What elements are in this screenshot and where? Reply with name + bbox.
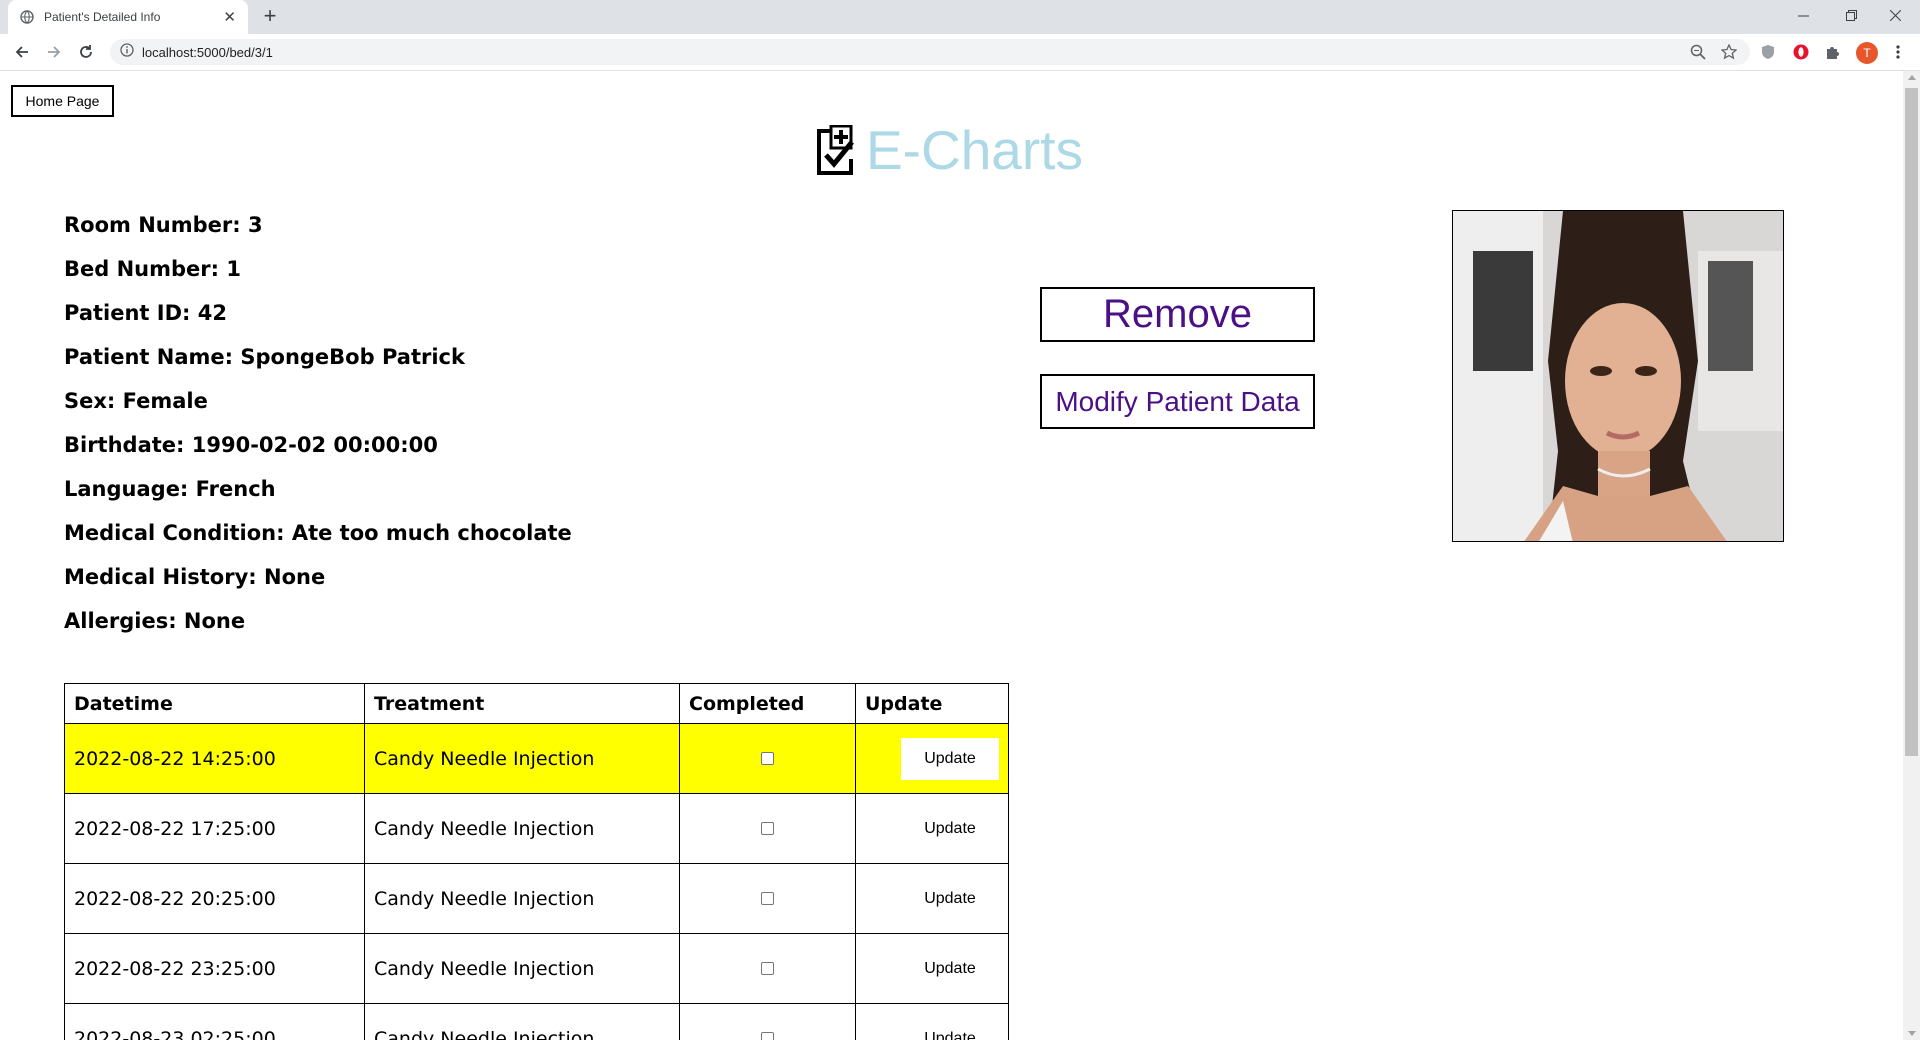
treatment-table: Datetime Treatment Completed Update 2022… [64, 683, 1009, 1040]
reload-icon[interactable] [74, 40, 98, 64]
completed-checkbox[interactable] [761, 751, 774, 765]
patient-birthdate: Birthdate: 1990-02-02 00:00:00 [64, 433, 438, 457]
info-icon[interactable] [120, 42, 134, 62]
medical-condition: Medical Condition: Ate too much chocolat… [64, 521, 572, 545]
row-treatment: Candy Needle Injection [364, 1003, 680, 1040]
update-button[interactable]: Update [901, 1018, 999, 1040]
column-header-update: Update [855, 683, 1009, 724]
table-row: 2022-08-22 14:25:00 Candy Needle Injecti… [64, 723, 1009, 794]
row-datetime: 2022-08-22 20:25:00 [64, 863, 365, 934]
browser-toolbar: localhost:5000/bed/3/1 T [0, 34, 1920, 71]
remove-button[interactable]: Remove [1040, 287, 1315, 342]
column-header-treatment: Treatment [364, 683, 680, 724]
row-datetime: 2022-08-22 23:25:00 [64, 933, 365, 1004]
browser-tab[interactable]: Patient's Detailed Info ✕ [8, 0, 248, 34]
tab-title: Patient's Detailed Info [44, 10, 161, 24]
completed-checkbox[interactable] [761, 821, 774, 835]
patient-sex: Sex: Female [64, 389, 208, 413]
completed-checkbox[interactable] [761, 1031, 774, 1040]
clipboard-check-icon [816, 124, 862, 175]
medical-history: Medical History: None [64, 565, 326, 589]
column-header-completed: Completed [679, 683, 856, 724]
home-page-button[interactable]: Home Page [11, 85, 114, 117]
url-text: localhost:5000/bed/3/1 [142, 44, 273, 60]
row-datetime: 2022-08-23 02:25:00 [64, 1003, 365, 1040]
table-row: 2022-08-22 23:25:00 Candy Needle Injecti… [64, 933, 1009, 1004]
column-header-datetime: Datetime [64, 683, 365, 724]
close-tab-icon[interactable]: ✕ [223, 8, 236, 26]
menu-kebab-icon[interactable] [1888, 42, 1908, 62]
minimize-icon[interactable] [1780, 0, 1826, 30]
patient-language: Language: French [64, 477, 276, 501]
row-treatment: Candy Needle Injection [364, 933, 680, 1004]
patient-name: Patient Name: SpongeBob Patrick [64, 345, 465, 369]
address-bar[interactable]: localhost:5000/bed/3/1 [110, 39, 1750, 65]
row-treatment: Candy Needle Injection [364, 863, 680, 934]
update-button[interactable]: Update [901, 878, 999, 920]
globe-icon [20, 10, 34, 24]
close-window-icon[interactable] [1872, 0, 1918, 30]
room-number: Room Number: 3 [64, 213, 263, 237]
profile-avatar[interactable]: T [1856, 42, 1878, 64]
scrollbar-thumb[interactable] [1905, 88, 1918, 756]
back-icon[interactable] [10, 40, 34, 64]
star-icon[interactable] [1719, 42, 1739, 62]
update-button[interactable]: Update [901, 808, 999, 850]
zoom-icon[interactable] [1688, 42, 1708, 62]
row-treatment: Candy Needle Injection [364, 723, 680, 794]
extensions-puzzle-icon[interactable] [1823, 42, 1843, 62]
completed-checkbox[interactable] [761, 961, 774, 975]
patient-photo [1452, 210, 1784, 542]
table-row: 2022-08-22 17:25:00 Candy Needle Injecti… [64, 793, 1009, 864]
bed-number: Bed Number: 1 [64, 257, 241, 281]
scroll-up-icon[interactable] [1908, 75, 1916, 80]
brand-title: E-Charts [866, 119, 1083, 181]
update-button[interactable]: Update [901, 948, 999, 990]
tab-strip: Patient's Detailed Info ✕ + [0, 0, 1920, 34]
table-row: 2022-08-22 20:25:00 Candy Needle Injecti… [64, 863, 1009, 934]
page-viewport: Home Page E-Charts Room Number: 3 Bed Nu… [0, 71, 1920, 1040]
shield-extension-icon[interactable] [1758, 42, 1778, 62]
patient-info: Room Number: 3 Bed Number: 1 Patient ID:… [64, 203, 572, 643]
completed-checkbox[interactable] [761, 891, 774, 905]
patient-id: Patient ID: 42 [64, 301, 227, 325]
table-row: 2022-08-23 02:25:00 Candy Needle Injecti… [64, 1003, 1009, 1040]
row-datetime: 2022-08-22 17:25:00 [64, 793, 365, 864]
row-treatment: Candy Needle Injection [364, 793, 680, 864]
scroll-down-icon[interactable] [1908, 1031, 1916, 1036]
restore-icon[interactable] [1828, 0, 1874, 30]
row-datetime: 2022-08-22 14:25:00 [64, 723, 365, 794]
update-button[interactable]: Update [901, 737, 999, 780]
allergies: Allergies: None [64, 609, 246, 633]
brand-header: E-Charts [816, 118, 1083, 182]
new-tab-icon[interactable]: + [258, 4, 282, 28]
modify-patient-data-button[interactable]: Modify Patient Data [1040, 374, 1315, 429]
opera-extension-icon[interactable] [1791, 42, 1811, 62]
table-header-row: Datetime Treatment Completed Update [64, 683, 1009, 724]
forward-icon[interactable] [42, 40, 66, 64]
